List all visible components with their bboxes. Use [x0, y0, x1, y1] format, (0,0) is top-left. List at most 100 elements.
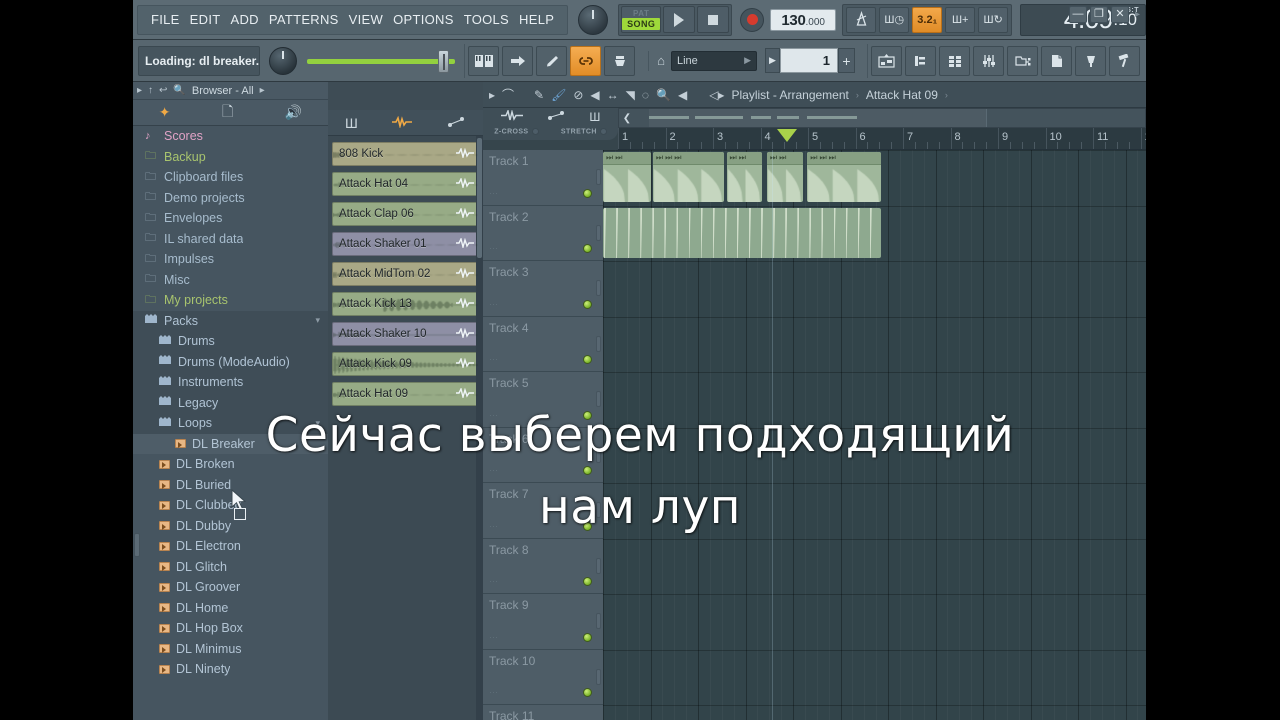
browser-tab-preview[interactable]: 🔊 [285, 104, 302, 121]
draw-tool-button[interactable] [536, 46, 567, 76]
clip-header[interactable]: ⏭ ⏭ [603, 152, 651, 165]
tempo-field[interactable]: 130 .000 [770, 9, 836, 31]
minimize-all-button[interactable] [1109, 46, 1140, 76]
slip-tool-icon[interactable]: ◀ [590, 88, 599, 102]
track-options-icon[interactable]: ⋯ [489, 465, 499, 476]
track-options-icon[interactable]: ⋯ [489, 188, 499, 199]
playhead-marker[interactable] [777, 129, 797, 142]
browser-item-drums[interactable]: Drums [133, 331, 328, 352]
mixer-toggle-button[interactable] [973, 46, 1004, 76]
magnet-snap-icon[interactable]: ⌒ [502, 86, 514, 103]
channel-rack-toggle-button[interactable] [939, 46, 970, 76]
playlist-grid[interactable]: ⏭ ⏭ ⏭ ⏭ ⏭ ⏭ ⏭ ⏭ ⏭ ⏭ ⏭ ⏭ [603, 150, 1146, 720]
track-options-icon[interactable]: ⋯ [489, 243, 499, 254]
track-resize-handle[interactable] [596, 391, 601, 407]
browser-item-dl-ninety[interactable]: DL Ninety [133, 659, 328, 680]
clip-header[interactable]: ⏭ ⏭ ⏭ [653, 152, 724, 165]
track-options-icon[interactable]: ⋯ [489, 521, 499, 532]
channel-attack-hat-09[interactable]: Attack Hat 09 [332, 382, 479, 406]
browser-item-backup[interactable]: 🗀 Backup [133, 147, 328, 168]
track-resize-handle[interactable] [596, 280, 601, 296]
channel-attack-kick-09[interactable]: Attack Kick 09 [332, 352, 479, 376]
channel-attack-shaker-01[interactable]: Attack Shaker 01 [332, 232, 479, 256]
pattern-song-toggle[interactable]: PAT SONG [621, 6, 661, 33]
channel-waveform-icon[interactable] [456, 208, 474, 221]
track-options-icon[interactable]: ⋯ [489, 687, 499, 698]
channel-waveform-icon[interactable] [456, 148, 474, 161]
channel-waveform-icon[interactable] [456, 388, 474, 401]
waveform-view-icon[interactable] [501, 110, 523, 124]
chevron-right-icon[interactable]: ▸ [489, 88, 495, 102]
wait-for-input-button[interactable]: Ш◷ [879, 7, 909, 33]
chevron-down-icon[interactable]: ▾ [315, 315, 320, 326]
metronome-button[interactable] [846, 7, 876, 33]
track-options-icon[interactable]: ⋯ [489, 632, 499, 643]
automation-icon[interactable] [446, 115, 466, 131]
track-enable-led[interactable] [583, 300, 592, 309]
countdown-button[interactable]: 3.2₁ [912, 7, 942, 33]
paint-tool-icon[interactable]: 🖌 [551, 88, 566, 102]
browser-item-my-projects[interactable]: 🗀 My projects [133, 290, 328, 311]
pattern-add-button[interactable]: + [838, 48, 855, 73]
playlist-clip[interactable]: ⏭ ⏭ [603, 152, 651, 202]
browser-item-dl-electron[interactable]: DL Electron [133, 536, 328, 557]
browser-item-demo-projects[interactable]: 🗀 Demo projects [133, 188, 328, 209]
playback-icon[interactable]: ◀ [678, 88, 687, 102]
playlist-track-10[interactable]: Track 10 ⋯ [483, 650, 603, 706]
playlist-track-5[interactable]: Track 5 ⋯ [483, 372, 603, 428]
menu-item-help[interactable]: HELP [514, 10, 559, 29]
minimize-button[interactable]: — [1069, 6, 1087, 23]
browser-item-loops[interactable]: Loops ▾ [133, 413, 328, 434]
overdub-button[interactable]: Ш+ [945, 7, 975, 33]
track-enable-led[interactable] [583, 577, 592, 586]
browser-item-il-shared-data[interactable]: 🗀 IL shared data [133, 229, 328, 250]
channel-attack-shaker-10[interactable]: Attack Shaker 10 [332, 322, 479, 346]
playlist-clip[interactable] [603, 208, 881, 258]
browser-item-drums-modeaudio-[interactable]: Drums (ModeAudio) [133, 352, 328, 373]
minimap-left-arrow[interactable]: ❮ [619, 113, 635, 124]
channel-waveform-icon[interactable] [456, 328, 474, 341]
browser-item-dl-hop-box[interactable]: DL Hop Box [133, 618, 328, 639]
select-tool-icon[interactable]: ◥ [626, 88, 635, 102]
track-options-icon[interactable]: ⋯ [489, 576, 499, 587]
browser-menu-icon[interactable]: ▸ [260, 85, 265, 96]
browser-item-scores[interactable]: ♪ Scores [133, 126, 328, 147]
channel-waveform-icon[interactable] [456, 178, 474, 191]
playlist-clip[interactable]: ⏭ ⏭ [727, 152, 763, 202]
browser-item-dl-minimus[interactable]: DL Minimus [133, 639, 328, 660]
track-options-icon[interactable]: ⋯ [489, 410, 499, 421]
back-arrow-icon[interactable]: ↩ [159, 85, 167, 96]
mixer-send-button[interactable] [604, 46, 635, 76]
playlist-track-2[interactable]: Track 2 ⋯ [483, 206, 603, 262]
playlist-ruler[interactable]: 123456789101112 [618, 128, 1146, 150]
browser-item-impulses[interactable]: 🗀 Impulses [133, 249, 328, 270]
track-enable-led[interactable] [583, 633, 592, 642]
browser-item-packs[interactable]: Packs ▾ [133, 311, 328, 332]
track-enable-led[interactable] [583, 688, 592, 697]
menu-item-file[interactable]: FILE [146, 10, 185, 29]
waveform-icon[interactable] [392, 115, 412, 131]
search-icon[interactable]: 🔍 [173, 85, 185, 96]
track-resize-handle[interactable] [596, 447, 601, 463]
menu-item-options[interactable]: OPTIONS [388, 10, 459, 29]
browser-item-instruments[interactable]: Instruments [133, 372, 328, 393]
playlist-toggle-button[interactable] [871, 46, 902, 76]
step-edit-button[interactable] [502, 46, 533, 76]
browser-item-clipboard-files[interactable]: 🗀 Clipboard files [133, 167, 328, 188]
browser-resize-handle[interactable] [134, 533, 140, 557]
browser-item-envelopes[interactable]: 🗀 Envelopes [133, 208, 328, 229]
playlist-clip[interactable]: ⏭ ⏭ ⏭ [653, 152, 724, 202]
track-options-icon[interactable]: ⋯ [489, 299, 499, 310]
up-arrow-icon[interactable]: ↑ [148, 85, 153, 96]
browser-tab-files[interactable]: 🗋 [222, 101, 233, 125]
track-resize-handle[interactable] [596, 502, 601, 518]
browser-tab-samples[interactable]: ✦ [159, 104, 171, 121]
track-enable-led[interactable] [583, 466, 592, 475]
channel-waveform-icon[interactable] [456, 238, 474, 251]
stop-button[interactable] [697, 6, 729, 33]
zoom-tool-icon[interactable]: ◌ [642, 88, 649, 102]
menu-item-view[interactable]: VIEW [344, 10, 388, 29]
channel-808-kick[interactable]: 808 Kick [332, 142, 479, 166]
pattern-number-field[interactable]: 1 [780, 48, 838, 73]
menu-item-patterns[interactable]: PATTERNS [264, 10, 344, 29]
